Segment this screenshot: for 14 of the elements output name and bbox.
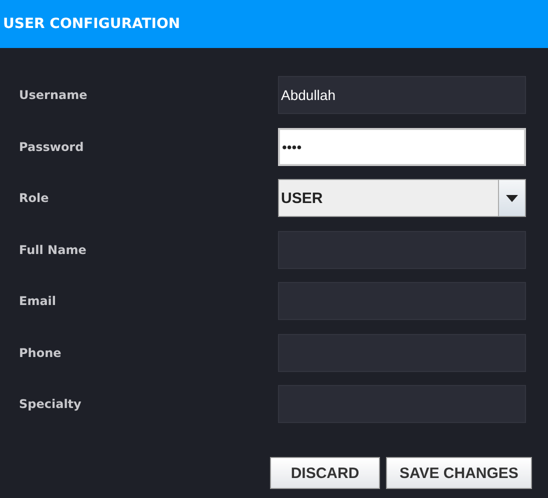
field-label: Email xyxy=(19,294,56,308)
field-label: Specialty xyxy=(19,397,82,411)
field-label: Full Name xyxy=(19,242,86,256)
caret-icon xyxy=(506,194,518,202)
action-button[interactable]: SAVE CHANGES xyxy=(386,457,532,489)
action-button[interactable]: DISCARD xyxy=(270,457,380,489)
input-field[interactable]: Abdullah xyxy=(278,76,526,114)
field-label: Phone xyxy=(19,346,62,360)
window-title: USER CONFIGURATION xyxy=(3,16,180,32)
role-dropdown[interactable]: USER xyxy=(278,179,526,217)
field-label: Role xyxy=(19,191,49,205)
field-label: Password xyxy=(19,140,84,154)
field-label: Username xyxy=(19,88,88,102)
input-field[interactable]: •••• xyxy=(278,128,526,166)
